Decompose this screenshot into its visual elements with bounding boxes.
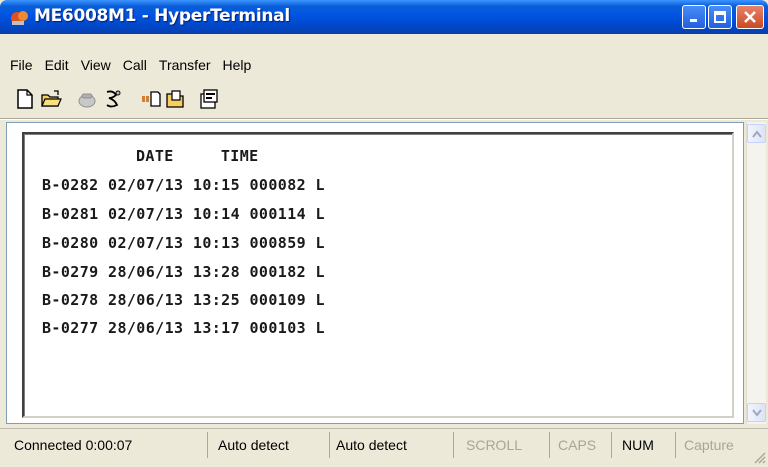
new-document-icon[interactable]: [14, 88, 36, 110]
vertical-scrollbar[interactable]: [746, 122, 766, 424]
terminal-header: DATE TIME: [136, 147, 259, 165]
menu-view[interactable]: View: [75, 57, 117, 73]
status-caps: CAPS: [552, 432, 612, 458]
open-folder-icon[interactable]: [40, 88, 62, 110]
terminal-line: B-0279 28/06/13 13:28 000182 L: [42, 263, 325, 281]
status-connected: Connected 0:00:07: [8, 432, 208, 458]
menu-edit[interactable]: Edit: [39, 57, 75, 73]
maximize-button[interactable]: [708, 5, 732, 29]
menu-help[interactable]: Help: [217, 57, 258, 73]
properties-icon[interactable]: [198, 88, 220, 110]
disconnect-icon[interactable]: [102, 88, 124, 110]
maximize-icon: [714, 11, 726, 23]
status-capture: Capture: [684, 437, 734, 453]
close-button[interactable]: [736, 5, 764, 29]
close-icon: [744, 11, 756, 23]
status-auto-detect-2: Auto detect: [330, 432, 454, 458]
minimize-icon: [690, 19, 697, 22]
minimize-button[interactable]: [682, 5, 706, 29]
resize-grip-icon[interactable]: [752, 450, 766, 464]
menu-file[interactable]: File: [4, 57, 39, 73]
title-bar[interactable]: ME6008M1 - HyperTerminal: [0, 0, 768, 34]
menu-transfer[interactable]: Transfer: [153, 57, 217, 73]
receive-file-icon[interactable]: [164, 88, 186, 110]
menu-bar: File Edit View Call Transfer Help: [0, 52, 768, 78]
terminal-line: B-0277 28/06/13 13:17 000103 L: [42, 319, 325, 337]
menu-call[interactable]: Call: [117, 57, 153, 73]
hyperterminal-window: ME6008M1 - HyperTerminal File Edit View …: [0, 0, 768, 467]
scroll-down-button[interactable]: [747, 403, 766, 422]
status-scroll: SCROLL: [460, 432, 550, 458]
terminal-line: B-0281 02/07/13 10:14 000114 L: [42, 205, 325, 223]
terminal-line: B-0278 28/06/13 13:25 000109 L: [42, 291, 325, 309]
chevron-up-icon: [751, 129, 762, 138]
send-file-icon[interactable]: [140, 88, 162, 110]
terminal-line: B-0282 02/07/13 10:15 000082 L: [42, 176, 325, 194]
chevron-down-icon: [751, 408, 762, 417]
hyperterminal-app-icon[interactable]: [9, 8, 31, 28]
terminal-line: B-0280 02/07/13 10:13 000859 L: [42, 234, 325, 252]
toolbar-separator: [0, 118, 768, 120]
scroll-up-button[interactable]: [747, 124, 766, 143]
status-auto-detect-1: Auto detect: [212, 432, 330, 458]
window-title: ME6008M1 - HyperTerminal: [34, 6, 290, 26]
call-phone-icon[interactable]: [76, 88, 98, 110]
status-num: NUM: [616, 432, 676, 458]
